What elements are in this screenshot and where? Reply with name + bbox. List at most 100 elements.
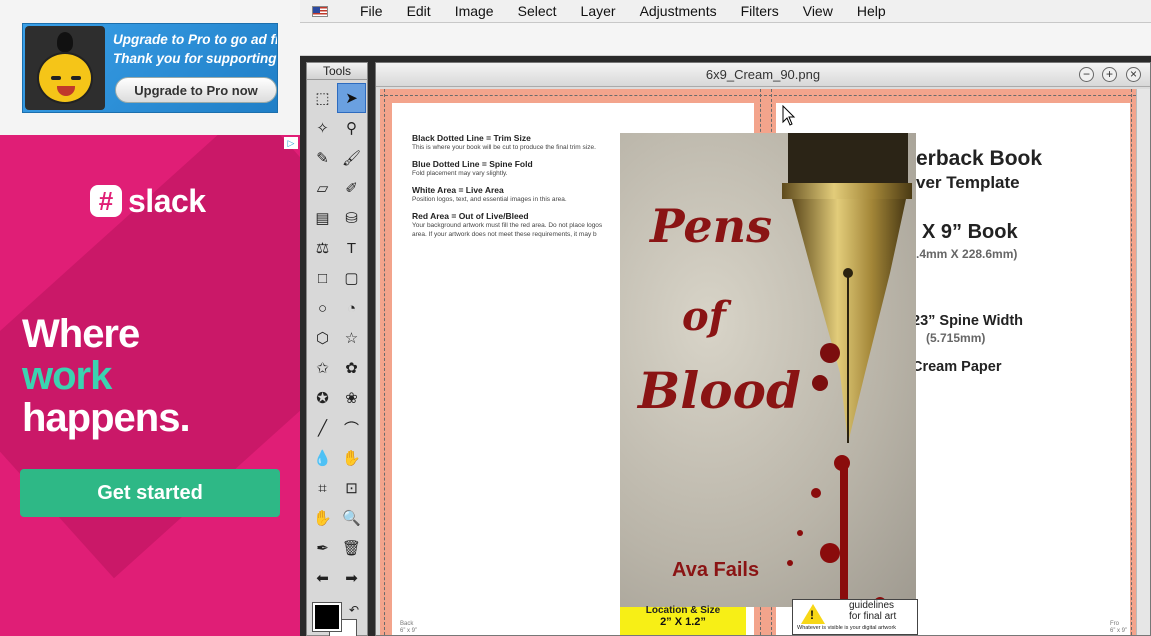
legend-text: Your background artwork must fill the re… (412, 222, 603, 229)
legend-text: Fold placement may vary slightly. (412, 170, 508, 177)
trash-tool-icon[interactable]: 🗑 (337, 533, 366, 563)
legend-heading: Red Area = Out of Live/Bleed (412, 211, 529, 221)
language-flag-icon[interactable] (312, 5, 328, 17)
foreground-color-swatch[interactable] (312, 602, 342, 632)
back-corner-label: Back (400, 621, 414, 627)
trim-guide (380, 95, 1136, 96)
text-tool-icon[interactable]: T (337, 233, 366, 263)
close-button[interactable]: × (1126, 67, 1141, 82)
flower-shape-icon[interactable]: ❀ (337, 383, 366, 413)
template-size-mm: .4mm X 228.6mm) (916, 247, 1018, 261)
smudge-tool-icon[interactable]: ✋ (337, 443, 366, 473)
document-titlebar[interactable]: 6x9_Cream_90.png − + × (376, 63, 1150, 87)
document-window: 6x9_Cream_90.png − + × Black Dotted Line… (375, 62, 1151, 636)
legend-heading: White Area = Live Area (412, 185, 504, 195)
cover-title-line2: of (682, 293, 726, 340)
pie-shape-icon[interactable]: ◔ (337, 293, 366, 323)
mascot-eye (51, 76, 61, 80)
image-canvas[interactable]: Black Dotted Line = Trim Size This is wh… (380, 89, 1136, 635)
menu-file[interactable]: File (348, 0, 395, 23)
badge-shape-icon[interactable]: ✪ (308, 383, 337, 413)
slack-ad[interactable]: ▷ # slack Where work happens. Get starte… (0, 135, 300, 636)
curve-tool-icon[interactable]: ⌒ (337, 413, 366, 443)
legend-text: Position logos, text, and essential imag… (412, 196, 567, 203)
get-started-button[interactable]: Get started (20, 469, 280, 517)
legend-heading: Black Dotted Line = Trim Size (412, 133, 531, 143)
star5-shape-icon[interactable]: ✩ (308, 353, 337, 383)
vertical-scrollbar[interactable] (1136, 89, 1150, 635)
clone-tool-icon[interactable]: ✐ (337, 173, 366, 203)
sumo-mascot-icon (25, 26, 105, 110)
slack-headline-line3: happens. (22, 396, 191, 440)
slack-hash-icon: # (90, 185, 122, 217)
sumo-banner-line1: Upgrade to Pro to go ad free. (113, 32, 277, 47)
blood-splatter-icon (787, 455, 886, 607)
upgrade-to-pro-button[interactable]: Upgrade to Pro now (115, 77, 277, 103)
document-title: 6x9_Cream_90.png (705, 67, 821, 82)
tools-panel: Tools ⬚ ➤ ✧ ⚲ ✎ 🖌 ▱ ✐ ▤ ⛁ ⚖ T □ ▢ ○ ◔ ⬡ ☆ ✩ ✿ ✪ ❀ ╱ ⌒ 💧 ✋ ⌗ ⊡ ✋ 🔍 ✒ 🗑 ⬅ ➡… (306, 62, 368, 636)
guidelines-text: guidelines (849, 600, 895, 611)
book-cover-image[interactable]: Pens of Blood Ava Fails (620, 133, 916, 607)
transform-tool-icon[interactable]: ⊡ (337, 473, 366, 503)
swap-colors-icon[interactable]: ↶ (349, 603, 359, 617)
stamp-tool-icon[interactable]: ⚖ (308, 233, 337, 263)
arrow-right-icon[interactable]: ➡ (337, 563, 366, 593)
cover-title-line3: Blood (638, 361, 801, 420)
menu-select[interactable]: Select (506, 0, 569, 23)
hand-tool-icon[interactable]: ✋ (308, 503, 337, 533)
menu-help[interactable]: Help (845, 0, 898, 23)
eraser-tool-icon[interactable]: ▱ (308, 173, 337, 203)
arrow-left-icon[interactable]: ⬅ (308, 563, 337, 593)
hexagon-shape-icon[interactable]: ⬡ (308, 323, 337, 353)
move-tool-icon[interactable]: ➤ (337, 83, 366, 113)
mascot-hair (57, 32, 73, 52)
menu-adjustments[interactable]: Adjustments (628, 0, 729, 23)
rectangle-shape-icon[interactable]: □ (308, 263, 337, 293)
rounded-rect-shape-icon[interactable]: ▢ (337, 263, 366, 293)
mascot-face (37, 52, 93, 104)
magic-wand-tool-icon[interactable]: ✧ (308, 113, 337, 143)
ellipse-shape-icon[interactable]: ○ (308, 293, 337, 323)
menu-view[interactable]: View (791, 0, 845, 23)
barcode-label: Location & Size (645, 605, 721, 616)
sumo-upgrade-banner[interactable]: Upgrade to Pro to go ad free. Thank you … (22, 23, 278, 113)
legend-heading: Blue Dotted Line = Spine Fold (412, 159, 533, 169)
template-title-line2: ver Template (916, 173, 1020, 192)
warning-icon (801, 604, 825, 624)
tool-grid: ⬚ ➤ ✧ ⚲ ✎ 🖌 ▱ ✐ ▤ ⛁ ⚖ T □ ▢ ○ ◔ ⬡ ☆ ✩ ✿ ✪ ❀ ╱ ⌒ 💧 ✋ ⌗ ⊡ ✋ 🔍 ✒ 🗑 ⬅ ➡ (308, 83, 366, 593)
brush-tool-icon[interactable]: 🖌 (337, 143, 366, 173)
mascot-mouth (57, 86, 75, 96)
drop-tool-icon[interactable]: 💧 (308, 443, 337, 473)
lasso-tool-icon[interactable]: ⚲ (337, 113, 366, 143)
eyedropper-tool-icon[interactable]: ✒ (308, 533, 337, 563)
menu-layer[interactable]: Layer (569, 0, 628, 23)
template-paper: Cream Paper (912, 359, 1002, 375)
gradient-tool-icon[interactable]: ▤ (308, 203, 337, 233)
line-tool-icon[interactable]: ╱ (308, 413, 337, 443)
crop-tool-icon[interactable]: ⌗ (308, 473, 337, 503)
front-corner-label: Fro (1110, 621, 1119, 627)
screen: Upgrade to Pro to go ad free. Thank you … (0, 0, 1151, 636)
cover-author: Ava Fails (672, 559, 760, 581)
star-shape-icon[interactable]: ☆ (337, 323, 366, 353)
bucket-tool-icon[interactable]: ⛁ (337, 203, 366, 233)
tools-panel-title: Tools (307, 63, 367, 80)
pencil-tool-icon[interactable]: ✎ (308, 143, 337, 173)
maximize-button[interactable]: + (1102, 67, 1117, 82)
menu-image[interactable]: Image (443, 0, 506, 23)
front-corner-size: 6” x 9” (1110, 628, 1128, 634)
slack-headline-line2: work (22, 354, 112, 398)
menu-edit[interactable]: Edit (395, 0, 443, 23)
zoom-tool-icon[interactable]: 🔍 (337, 503, 366, 533)
options-toolbar (300, 23, 1151, 56)
slack-wordmark: slack (128, 182, 206, 219)
minimize-button[interactable]: − (1079, 67, 1094, 82)
editor-app: File Edit Image Select Layer Adjustments… (300, 0, 1151, 636)
rect-select-tool-icon[interactable]: ⬚ (308, 83, 337, 113)
menu-filters[interactable]: Filters (729, 0, 791, 23)
cog-shape-icon[interactable]: ✿ (337, 353, 366, 383)
adchoices-icon[interactable]: ▷ (284, 137, 298, 149)
guidelines-note: guidelines for final art Whatever is vis… (792, 599, 918, 635)
template-spine-width: 23” Spine Width (912, 313, 1024, 329)
guidelines-text: for final art (849, 611, 897, 622)
